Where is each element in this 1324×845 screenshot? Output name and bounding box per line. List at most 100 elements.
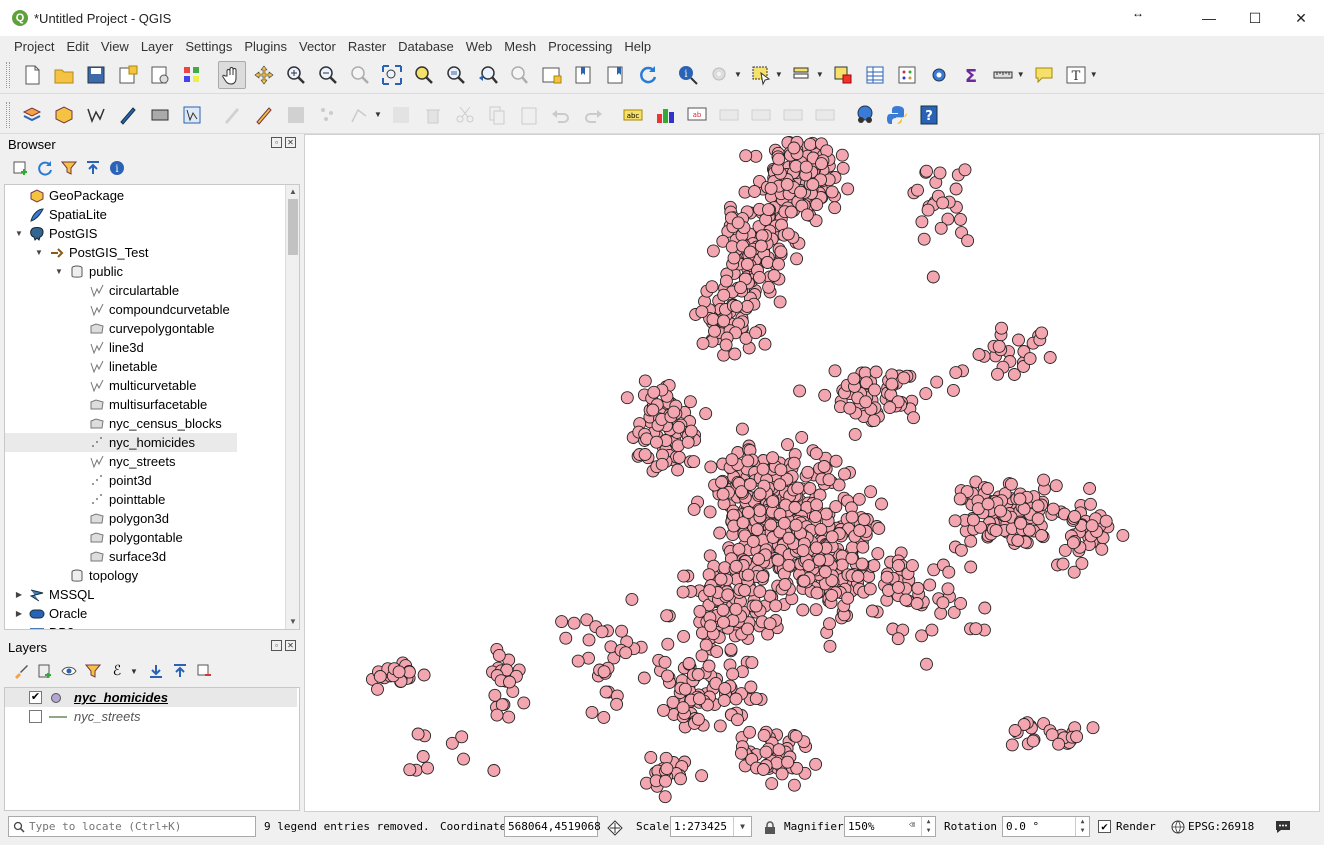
menu-web[interactable]: Web [460,39,499,54]
render-checkbox[interactable]: ✔ [1098,820,1111,833]
map-canvas[interactable] [304,134,1320,812]
browser-item-postgis[interactable]: ▼ PostGIS [13,224,97,243]
processing-toolbox-button[interactable] [925,61,953,89]
style-panel-button[interactable] [12,662,30,680]
select-dropdown-icon[interactable]: ▼ [775,70,783,79]
browser-item-nyc-streets[interactable]: nyc_streets [73,452,175,471]
maximize-button[interactable]: ☐ [1232,0,1278,36]
layout-manager-button[interactable] [146,61,174,89]
browser-item-nyc-homicides[interactable]: nyc_homicides [5,433,237,452]
new-bookmark-button[interactable] [570,61,598,89]
browser-item-point3d[interactable]: point3d [73,471,152,490]
layer-row-nyc-streets[interactable]: nyc_streets [5,707,297,726]
close-button[interactable]: ✕ [1278,0,1324,36]
run-action-dropdown-icon[interactable]: ▼ [734,70,742,79]
diagram-options-button[interactable] [651,101,679,129]
show-bookmarks-button[interactable] [602,61,630,89]
annotation-dropdown-icon[interactable]: ▼ [1090,70,1098,79]
properties-button[interactable]: i [108,159,126,177]
paste-features-button[interactable] [515,101,543,129]
zoom-to-layer-button[interactable] [442,61,470,89]
layer-edit-button[interactable] [178,101,206,129]
filter-browser-button[interactable] [60,159,78,177]
zoom-full-button[interactable] [378,61,406,89]
browser-item-postgis-test[interactable]: ▼ PostGIS_Test [33,243,148,262]
collapsed-arrow-icon[interactable]: ▶ [13,590,25,599]
browser-item-multisurfacetable[interactable]: multisurfacetable [73,395,207,414]
identify-features-button[interactable]: i [674,61,702,89]
refresh-button[interactable] [634,61,662,89]
add-group-button[interactable] [36,662,54,680]
layer-row-nyc-homicides[interactable]: ✔ nyc_homicides [5,688,297,707]
menu-mesh[interactable]: Mesh [498,39,542,54]
locator-input[interactable] [29,820,249,833]
float-panel-button[interactable]: ▫ [271,137,282,148]
refresh-browser-button[interactable] [36,159,54,177]
scale-dropdown-icon[interactable]: ▼ [733,817,751,836]
python-console-button[interactable] [883,101,911,129]
deselect-features-button[interactable] [829,61,857,89]
browser-item-circulartable[interactable]: circulartable [73,281,179,300]
cut-features-button[interactable] [451,101,479,129]
toolbar-grip[interactable] [6,101,10,128]
collapse-all-layers-button[interactable] [171,662,189,680]
add-selected-layers-button[interactable] [12,159,30,177]
new-project-button[interactable] [18,61,46,89]
virtual-layer-button[interactable] [146,101,174,129]
pan-map-button[interactable] [218,60,246,89]
add-vector-line-button[interactable] [82,101,110,129]
new-map-view-button[interactable] [538,61,566,89]
browser-item-linetable[interactable]: linetable [73,357,157,376]
measure-dropdown-icon[interactable]: ▼ [1017,70,1025,79]
scale-combobox[interactable]: 1:273425 ▼ [670,816,752,837]
coordinate-field[interactable]: 568064,4519068 [504,816,601,837]
rotation-spin-arrows-icon[interactable]: ▲ ▼ [1075,817,1089,836]
collapse-all-button[interactable] [84,159,102,177]
browser-item-topology[interactable]: topology [53,566,138,585]
field-calculator-button[interactable] [893,61,921,89]
layer-visibility-checkbox[interactable] [29,710,42,723]
menu-help[interactable]: Help [618,39,657,54]
new-print-layout-button[interactable] [114,61,142,89]
messages-icon[interactable] [1274,819,1292,835]
close-panel-button[interactable]: ✕ [285,640,296,651]
browser-item-curvepolygontable[interactable]: curvepolygontable [73,319,215,338]
browser-scrollbar[interactable]: ▲ ▼ [285,185,299,629]
filter-expression-button[interactable]: ℰ [108,662,126,680]
menu-layer[interactable]: Layer [135,39,180,54]
browser-item-public[interactable]: ▼ public [53,262,123,281]
clear-magnifier-icon[interactable]: ⌫ [909,820,915,831]
select-features-button[interactable] [747,61,775,89]
expand-all-button[interactable] [147,662,165,680]
vertex-tool-button[interactable] [346,101,374,129]
browser-item-pointtable[interactable]: pointtable [73,490,165,509]
expanded-arrow-icon[interactable]: ▼ [33,248,45,257]
browser-item-compoundcurvetable[interactable]: compoundcurvetable [73,300,230,319]
zoom-last-button[interactable] [474,61,502,89]
browser-item-oracle[interactable]: ▶ Oracle [13,604,87,623]
browser-item-geopackage[interactable]: GeoPackage [13,186,124,205]
toolbar-grip[interactable] [6,61,10,88]
add-point-button[interactable] [314,101,342,129]
menu-settings[interactable]: Settings [179,39,238,54]
minimize-button[interactable]: — [1186,0,1232,36]
zoom-next-button[interactable] [506,61,534,89]
menu-vector[interactable]: Vector [293,39,342,54]
map-tips-button[interactable] [1030,61,1058,89]
zoom-out-button[interactable] [314,61,342,89]
metasearch-button[interactable] [851,101,879,129]
text-annotation-button[interactable]: T [1062,61,1090,89]
menu-processing[interactable]: Processing [542,39,618,54]
float-panel-button[interactable]: ▫ [271,640,282,651]
run-action-button[interactable] [706,61,734,89]
label-toolbar-button[interactable]: abc [619,101,647,129]
zoom-in-button[interactable] [282,61,310,89]
expanded-arrow-icon[interactable]: ▼ [53,267,65,276]
magnifier-spin-arrows-icon[interactable]: ▲ ▼ [921,817,935,836]
label-pin-button[interactable]: ab [683,101,711,129]
layer-visibility-checkbox[interactable]: ✔ [29,691,42,704]
help-button[interactable]: ? [915,101,943,129]
menu-edit[interactable]: Edit [60,39,94,54]
style-manager-button[interactable] [178,61,206,89]
redo-button[interactable] [579,101,607,129]
